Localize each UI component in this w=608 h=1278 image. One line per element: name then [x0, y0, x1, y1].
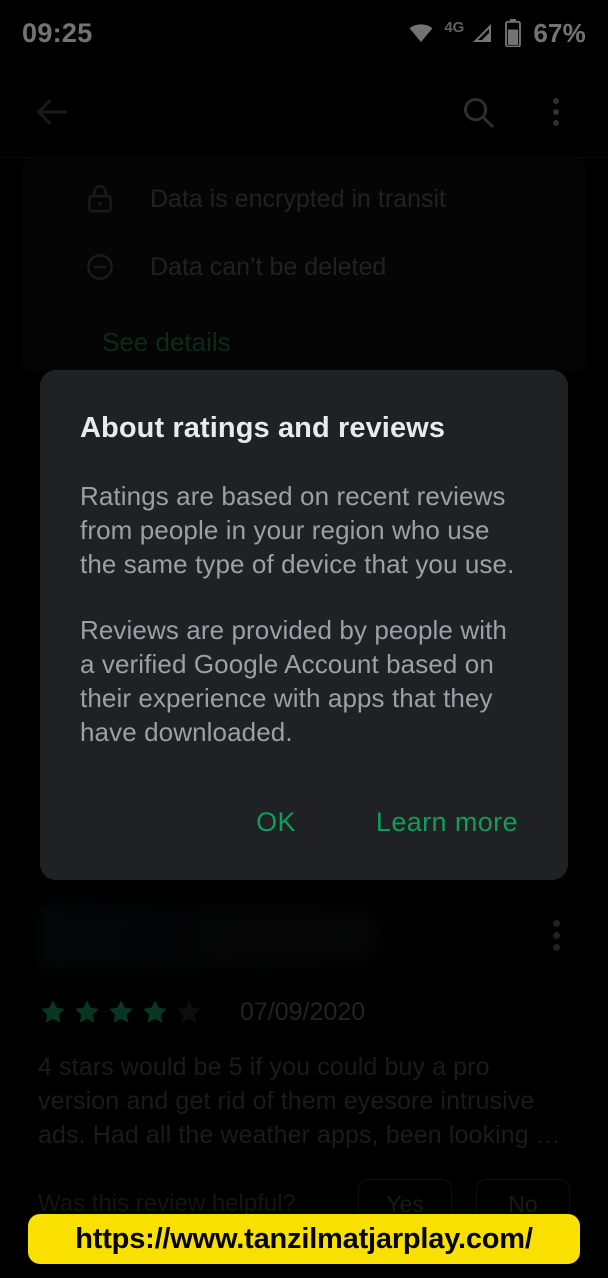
- learn-more-button[interactable]: Learn more: [366, 799, 528, 846]
- url-banner: https://www.tanzilmatjarplay.com/: [28, 1214, 580, 1264]
- dialog-actions: OK Learn more: [80, 799, 528, 852]
- dialog-paragraph-1: Ratings are based on recent reviews from…: [80, 481, 515, 579]
- dialog-paragraph-2: Reviews are provided by people with a ve…: [80, 615, 507, 747]
- about-ratings-dialog: About ratings and reviews Ratings are ba…: [40, 370, 568, 880]
- phone-screen: 09:25 4G 67%: [0, 0, 608, 1278]
- ok-button[interactable]: OK: [246, 799, 306, 846]
- dialog-title: About ratings and reviews: [80, 412, 446, 444]
- url-text: https://www.tanzilmatjarplay.com/: [75, 1222, 533, 1255]
